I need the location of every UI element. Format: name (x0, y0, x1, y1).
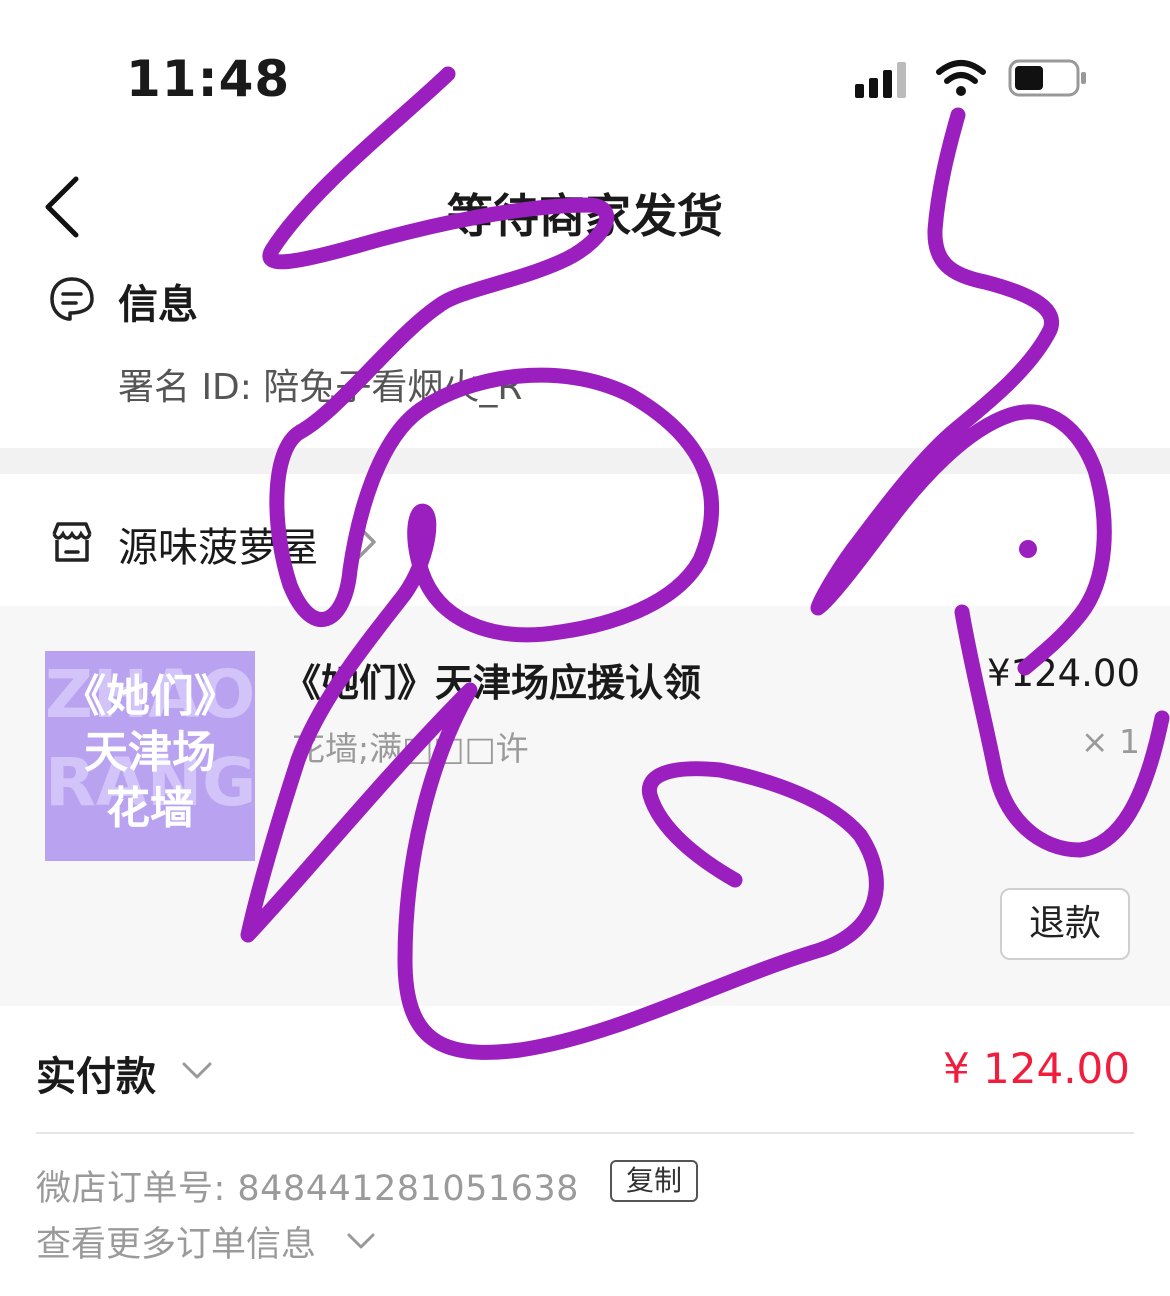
status-time: 11:48 (126, 50, 291, 108)
chevron-down-icon[interactable] (345, 1230, 377, 1252)
chevron-right-icon[interactable] (350, 520, 380, 564)
message-icon (50, 277, 94, 321)
chevron-down-icon[interactable] (180, 1058, 214, 1082)
wifi-icon (936, 60, 986, 96)
section-divider (0, 448, 1170, 474)
thumbnail-line: 天津场 (84, 727, 216, 778)
divider (36, 1132, 1134, 1134)
copy-order-number-button[interactable]: 复制 (610, 1160, 698, 1202)
more-order-info-link[interactable]: 查看更多订单信息 (36, 1216, 316, 1267)
product-price: ¥124.00 (986, 652, 1140, 695)
paid-amount-label[interactable]: 实付款 (36, 1044, 156, 1102)
refund-button[interactable]: 退款 (1000, 888, 1130, 960)
shop-name[interactable]: 源味菠萝屋 (118, 515, 318, 573)
anonymous-id: 署名 ID: 陪兔子看烟火_R (118, 367, 523, 408)
battery-icon (1008, 59, 1086, 97)
product-quantity: × 1 (1080, 722, 1140, 761)
thumbnail-caption: 《她们》 天津场 花墙 (45, 669, 255, 837)
product-title[interactable]: 《她们》天津场应援认领 (283, 652, 701, 707)
info-section-title: 信息 (118, 282, 198, 328)
thumbnail-line: 《她们》 (62, 671, 238, 722)
cellular-signal-icon (855, 58, 915, 98)
paid-amount: ¥ 124.00 (942, 1044, 1130, 1093)
page-title: 等待商家发货 (447, 189, 723, 243)
order-number: 微店订单号: 848441281051638 (36, 1169, 579, 1209)
product-thumbnail[interactable]: ZHAO RANG 《她们》 天津场 花墙 (45, 651, 255, 861)
product-spec: 花墙;满□□□许 (292, 729, 529, 768)
thumbnail-line: 花墙 (106, 783, 194, 834)
store-icon (52, 522, 92, 562)
